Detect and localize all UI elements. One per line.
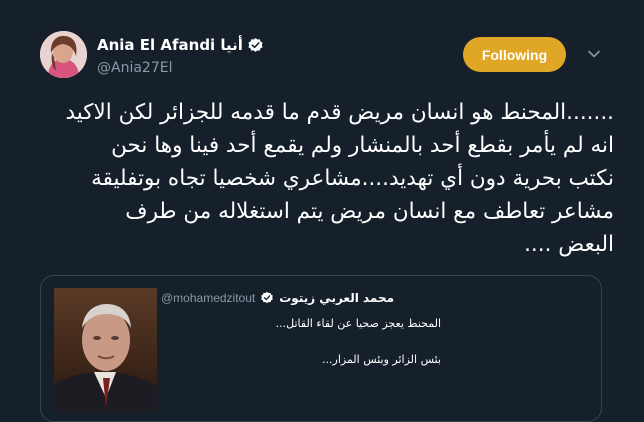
quoted-tweet-card[interactable]: @mohamedzitout محمد العربي زيتوت المحنط … [40, 275, 602, 422]
quoted-author-handle[interactable]: @mohamedzitout [161, 291, 255, 305]
profile-photo-icon [40, 31, 87, 78]
tweet-text-line: نكتب بحرية دون أي تهديد....مشاعري شخصيا … [91, 166, 614, 191]
author-handle[interactable]: @Ania27El [97, 60, 172, 76]
author-name-row[interactable]: Ania El Afandi أنيا [97, 35, 264, 55]
tweet-text: .......المحنط هو انسان مريض قدم ما قدمه … [40, 96, 614, 261]
tweet-text-line: .......المحنط هو انسان مريض قدم ما قدمه … [65, 100, 614, 125]
tweet-text-line: البعض .... [524, 232, 614, 257]
verified-check-icon [261, 291, 274, 304]
following-button[interactable]: Following [463, 37, 566, 72]
author-avatar[interactable] [40, 31, 87, 78]
tweet-text-line: مشاعر تعاطف مع انسان مريض يتم استغلاله م… [125, 199, 614, 224]
quoted-tweet-image [54, 288, 157, 412]
author-display-name[interactable]: Ania El Afandi أنيا [97, 36, 243, 54]
chevron-down-icon[interactable] [587, 47, 601, 61]
quoted-tweet-header[interactable]: @mohamedzitout محمد العربي زيتوت [161, 288, 501, 308]
tweet-text-line: انه لم يأمر بقطع أحد بالمنشار ولم يقمع أ… [111, 133, 614, 158]
quoted-tweet-text-line: المحنط يعجز صحيا عن لقاء القاتل... [275, 317, 441, 330]
verified-check-icon [248, 37, 263, 52]
portrait-photo-icon [54, 288, 157, 412]
quoted-author-name[interactable]: محمد العربي زيتوت [279, 291, 394, 305]
quoted-tweet-text-line: بئس الزائر وبئس المزار... [322, 353, 441, 366]
